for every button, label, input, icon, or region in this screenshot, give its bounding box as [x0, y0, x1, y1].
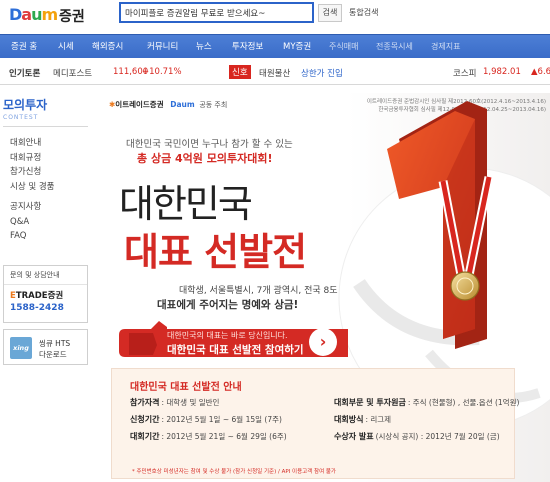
contact-phone: 1588-2428: [10, 303, 64, 313]
nav-item-news[interactable]: 뉴스: [196, 35, 212, 59]
hts-download-label: 다운로드: [39, 350, 67, 359]
sidebar-title: 모의투자: [3, 98, 48, 112]
sidebar-item-qna[interactable]: Q&A: [10, 215, 88, 230]
nav-item-community[interactable]: 커뮤니티: [147, 35, 178, 59]
integrated-search-link[interactable]: 통합검색: [349, 7, 378, 18]
nav-item-home[interactable]: 증권 홈: [11, 35, 37, 59]
nav-item-my-stocks[interactable]: MY증권: [283, 35, 311, 59]
info-title: 대한민국 대표 선발전 안내: [130, 382, 242, 393]
info-footnote: * 주민번호상 미성년자는 참여 및 수상 불가 (참가 신청일 기준) / A…: [132, 469, 336, 475]
nav-item-trading[interactable]: 주식매매: [329, 35, 358, 59]
search-box[interactable]: [119, 2, 314, 23]
join-contest-button[interactable]: 대한민국의 대표는 바로 당신입니다. 대한민국 대표 선발전 참여하기 ›: [119, 321, 348, 363]
sidebar-item-contest-rules[interactable]: 대회규정: [10, 151, 88, 166]
banner-title-line2: 대표 선발전: [124, 230, 307, 274]
top-bar: Daum 증권 검색 통합검색: [0, 0, 550, 33]
sidebar-item-apply[interactable]: 참가신청: [10, 165, 88, 180]
sidebar-item-faq[interactable]: FAQ: [10, 229, 88, 244]
info-row-announcement: 수상자 발표 (시상식 공지) : 2012년 7월 20일 (금): [334, 432, 500, 441]
xing-icon: xing: [10, 337, 32, 359]
banner-prize-headline: 총 상금 4억원 모의투자대회!: [137, 152, 273, 165]
hts-download-box[interactable]: xing 씽큐 HTS 다운로드: [3, 329, 88, 365]
sponsor-etrade: 이트레이드증권: [115, 100, 164, 109]
cta-tagline: 대한민국의 대표는 바로 당신입니다.: [167, 331, 288, 340]
contact-box: 문의 및 상담안내 ETRADE증권 1588-2428: [3, 265, 88, 323]
sponsor-daum: Daum: [170, 100, 195, 109]
banner-description-bold: 대표에게 주어지는 명예와 상금!: [157, 299, 299, 311]
sidebar-item-prizes[interactable]: 시상 및 경품: [10, 180, 88, 195]
info-row-eligibility: 참가자격: 대학생 및 일반인: [130, 398, 220, 407]
contact-title: 문의 및 상담안내: [4, 266, 87, 285]
sidebar-menu: 대회안내 대회규정 참가신청 시상 및 경품 공지사항 Q&A FAQ: [10, 136, 88, 244]
main-nav: 증권 홈 시세 해외증시 커뮤니티 뉴스 투자정보 MY증권 주식매매 전종목시…: [0, 34, 550, 58]
ticker-signal-company[interactable]: 태원물산: [259, 67, 290, 79]
sponsor-host-label: 공동 주최: [199, 101, 228, 109]
contest-info-panel: 대한민국 대표 선발전 안내 참가자격: 대학생 및 일반인 신청기간: 201…: [111, 368, 519, 479]
sidebar-item-notice[interactable]: 공지사항: [10, 200, 88, 215]
ticker-stock-change: +10.71%: [142, 67, 182, 77]
ticker-bar: 인기토론 메디포스트 111,600 +10.71% 신호 태원물산 상한가 진…: [0, 60, 550, 85]
chevron-right-icon[interactable]: ›: [309, 328, 337, 356]
sidebar: 모의투자 CONTEST 대회안내 대회규정 참가신청 시상 및 경품 공지사항…: [0, 89, 91, 482]
sponsor-line: ✱이트레이드증권 Daum 공동 주최: [109, 100, 228, 109]
nav-item-invest-info[interactable]: 투자정보: [232, 35, 263, 59]
ticker-label: 인기토론: [9, 69, 41, 79]
banner-title-line1: 대한민국: [119, 182, 253, 226]
service-title: 증권: [59, 9, 85, 25]
etrade-logo: ETRADE증권: [10, 291, 64, 301]
cta-label: 대한민국 대표 선발전 참여하기: [167, 344, 304, 356]
info-row-contest-period: 대회기간: 2012년 5월 21일 ~ 6월 29일 (6주): [130, 432, 287, 441]
daum-logo[interactable]: Daum 증권: [9, 5, 109, 27]
info-row-application-period: 신청기간: 2012년 5월 1일 ~ 6월 15일 (7주): [130, 415, 282, 424]
ticker-signal-text[interactable]: 상한가 진입: [301, 67, 343, 79]
number-one-medal-graphic: [387, 101, 494, 349]
ticker-index-change: ▲6.66: [531, 67, 550, 77]
nav-item-quotes[interactable]: 시세: [58, 35, 74, 59]
search-button[interactable]: 검색: [318, 4, 342, 22]
contest-banner: ✱이트레이드증권 Daum 공동 주최 이트레이드증권 준법감시인 심사필 제2…: [99, 93, 550, 482]
ticker-stock-name[interactable]: 메디포스트: [53, 67, 92, 79]
sidebar-header: 모의투자 CONTEST: [3, 96, 47, 121]
sidebar-divider: [3, 126, 88, 127]
nav-item-overseas[interactable]: 해외증시: [92, 35, 123, 59]
info-row-method: 대회방식: 리그제: [334, 415, 392, 424]
ticker-signal-badge: 신호: [229, 65, 251, 79]
daum-logo-text: Daum: [9, 5, 58, 24]
ticker-index-value: 1,982.01: [483, 67, 521, 77]
banner-subtitle: 대한민국 국민이면 누구나 참가 할 수 있는: [126, 139, 293, 150]
sidebar-item-contest-info[interactable]: 대회안내: [10, 136, 88, 151]
nav-item-economic-index[interactable]: 경제지표: [431, 35, 460, 59]
hts-label: 씽큐 HTS: [39, 339, 71, 348]
nav-item-all-quotes[interactable]: 전종목시세: [376, 35, 413, 59]
banner-description: 대학생, 서울특별시, 7개 광역시, 전국 8도: [179, 286, 338, 296]
ticker-index-name: 코스피: [453, 69, 477, 79]
info-row-division: 대회부문 및 투자원금: 주식 (현물형) , 선물.옵션 (1억원): [334, 398, 520, 407]
search-input[interactable]: [121, 4, 312, 21]
sidebar-subtitle: CONTEST: [3, 114, 39, 121]
